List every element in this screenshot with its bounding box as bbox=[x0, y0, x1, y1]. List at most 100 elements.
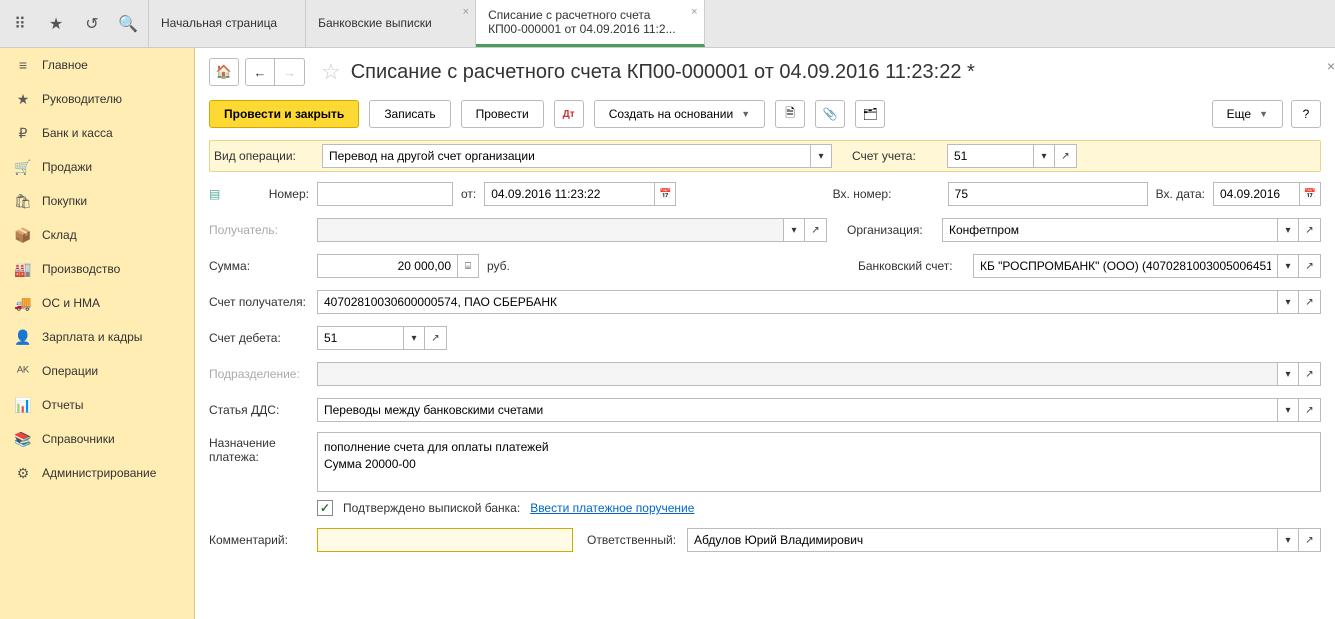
sidebar-item-label: Продажи bbox=[42, 160, 92, 174]
cart-icon: 🛒 bbox=[14, 158, 32, 176]
chevron-down-icon[interactable]: ▾ bbox=[1033, 144, 1055, 168]
calendar-icon[interactable]: 📅 bbox=[654, 182, 676, 206]
division-input[interactable] bbox=[317, 362, 1277, 386]
open-icon[interactable]: ↗ bbox=[1299, 254, 1321, 278]
star-icon[interactable]: ★ bbox=[42, 10, 70, 38]
enter-order-link[interactable]: Ввести платежное поручение bbox=[530, 501, 694, 515]
open-icon[interactable]: ↗ bbox=[1299, 362, 1321, 386]
org-input[interactable] bbox=[942, 218, 1277, 242]
confirmed-checkbox[interactable]: ✓ bbox=[317, 500, 333, 516]
sidebar-item-main[interactable]: ≡Главное bbox=[0, 48, 194, 82]
sidebar-item-assets[interactable]: 🚚ОС и НМА bbox=[0, 286, 194, 320]
account-input[interactable] bbox=[947, 144, 1033, 168]
favorite-star-icon[interactable]: ☆ bbox=[321, 59, 341, 85]
date-input[interactable] bbox=[484, 182, 654, 206]
sum-input[interactable] bbox=[317, 254, 457, 278]
chevron-down-icon[interactable]: ▾ bbox=[1277, 528, 1299, 552]
dt-kt-button[interactable]: Дт bbox=[554, 100, 584, 128]
org-label: Организация: bbox=[847, 223, 942, 237]
chevron-down-icon[interactable]: ▾ bbox=[783, 218, 805, 242]
history-icon[interactable]: ↺ bbox=[78, 10, 106, 38]
post-and-close-button[interactable]: Провести и закрыть bbox=[209, 100, 359, 128]
close-icon[interactable]: × bbox=[463, 6, 469, 19]
open-icon[interactable]: ↗ bbox=[1299, 528, 1321, 552]
debit-input[interactable] bbox=[317, 326, 403, 350]
chevron-down-icon[interactable]: ▾ bbox=[1277, 218, 1299, 242]
attach-button[interactable]: 📎 bbox=[815, 100, 845, 128]
more-button[interactable]: Еще▼ bbox=[1212, 100, 1283, 128]
back-button[interactable]: ← bbox=[245, 58, 275, 86]
sidebar-item-purchases[interactable]: 🛍Покупки bbox=[0, 184, 194, 218]
in-date-input[interactable] bbox=[1213, 182, 1299, 206]
sidebar-item-sales[interactable]: 🛒 Продажи bbox=[0, 150, 194, 184]
related-button[interactable]: 🗂 bbox=[855, 100, 885, 128]
chevron-down-icon[interactable]: ▾ bbox=[1277, 362, 1299, 386]
chevron-down-icon[interactable]: ▾ bbox=[1277, 290, 1299, 314]
apps-icon[interactable]: ⠿ bbox=[6, 10, 34, 38]
sidebar-item-label: Производство bbox=[42, 262, 120, 276]
number-input[interactable] bbox=[317, 182, 453, 206]
home-button[interactable]: 🏠 bbox=[209, 58, 239, 86]
create-based-button[interactable]: Создать на основании▼ bbox=[594, 100, 765, 128]
open-icon[interactable]: ↗ bbox=[805, 218, 827, 242]
responsible-input[interactable] bbox=[687, 528, 1277, 552]
dds-input[interactable] bbox=[317, 398, 1277, 422]
bank-account-label: Банковский счет: bbox=[858, 259, 973, 273]
bank-account-input[interactable] bbox=[973, 254, 1277, 278]
sidebar-item-warehouse[interactable]: 📦Склад bbox=[0, 218, 194, 252]
operation-type-label: Вид операции: bbox=[214, 149, 322, 163]
chevron-down-icon[interactable]: ▾ bbox=[810, 144, 832, 168]
sidebar-item-label: ОС и НМА bbox=[42, 296, 100, 310]
chevron-down-icon[interactable]: ▾ bbox=[403, 326, 425, 350]
open-icon[interactable]: ↗ bbox=[425, 326, 447, 350]
save-button[interactable]: Записать bbox=[369, 100, 450, 128]
sidebar-item-admin[interactable]: ⚙Администрирование bbox=[0, 456, 194, 490]
chevron-down-icon[interactable]: ▾ bbox=[1277, 398, 1299, 422]
operation-type-select[interactable] bbox=[322, 144, 810, 168]
rec-account-input[interactable] bbox=[317, 290, 1277, 314]
tab-label: Списание с расчетного счета bbox=[488, 8, 675, 22]
sidebar: ≡Главное ★Руководителю ₽ Банк и касса 🛒 Пр… bbox=[0, 48, 195, 619]
tab-document[interactable]: Списание с расчетного счета КП00-000001 … bbox=[476, 0, 704, 47]
sidebar-item-label: Банк и касса bbox=[42, 126, 113, 140]
sidebar-item-operations[interactable]: ᴬᴷ Операции bbox=[0, 354, 194, 388]
sidebar-item-production[interactable]: 🏭Производство bbox=[0, 252, 194, 286]
open-icon[interactable]: ↗ bbox=[1299, 218, 1321, 242]
chevron-down-icon[interactable]: ▾ bbox=[1277, 254, 1299, 278]
sidebar-item-reports[interactable]: 📊Отчеты bbox=[0, 388, 194, 422]
recipient-label: Получатель: bbox=[209, 223, 317, 237]
post-button[interactable]: Провести bbox=[461, 100, 544, 128]
sidebar-item-hr[interactable]: 👤Зарплата и кадры bbox=[0, 320, 194, 354]
recipient-input[interactable] bbox=[317, 218, 783, 242]
sidebar-item-catalogs[interactable]: 📚Справочники bbox=[0, 422, 194, 456]
chart-icon: 📊 bbox=[14, 396, 32, 414]
dds-label: Статья ДДС: bbox=[209, 403, 317, 417]
in-date-label: Вх. дата: bbox=[1148, 187, 1213, 201]
sidebar-item-manager[interactable]: ★Руководителю bbox=[0, 82, 194, 116]
calendar-icon[interactable]: 📅 bbox=[1299, 182, 1321, 206]
box-icon: 📦 bbox=[14, 226, 32, 244]
comment-input[interactable] bbox=[317, 528, 573, 552]
open-icon[interactable]: ↗ bbox=[1299, 290, 1321, 314]
close-icon[interactable]: × bbox=[691, 6, 697, 19]
gear-icon: ⚙ bbox=[14, 464, 32, 482]
sidebar-item-bank[interactable]: ₽ Банк и касса bbox=[0, 116, 194, 150]
tab-start[interactable]: Начальная страница bbox=[149, 0, 306, 47]
top-bar: ⠿ ★ ↺ 🔍 Начальная страница Банковские вы… bbox=[0, 0, 1335, 48]
open-icon[interactable]: ↗ bbox=[1299, 398, 1321, 422]
ruble-icon: ₽ bbox=[14, 124, 32, 142]
report-button[interactable]: 🗎 bbox=[775, 100, 805, 128]
number-label: Номер: bbox=[227, 187, 317, 201]
calc-icon[interactable]: ⌸ bbox=[457, 254, 479, 278]
tab-bank-statements[interactable]: Банковские выписки × bbox=[306, 0, 476, 47]
sidebar-item-label: Зарплата и кадры bbox=[42, 330, 142, 344]
sidebar-item-label: Покупки bbox=[42, 194, 87, 208]
close-icon[interactable]: × bbox=[1327, 58, 1335, 74]
debitcredit-icon: ᴬᴷ bbox=[14, 362, 32, 380]
search-icon[interactable]: 🔍 bbox=[114, 10, 142, 38]
help-button[interactable]: ? bbox=[1291, 100, 1321, 128]
sidebar-item-label: Операции bbox=[42, 364, 98, 378]
purpose-textarea[interactable] bbox=[317, 432, 1321, 492]
open-icon[interactable]: ↗ bbox=[1055, 144, 1077, 168]
in-number-input[interactable] bbox=[948, 182, 1148, 206]
